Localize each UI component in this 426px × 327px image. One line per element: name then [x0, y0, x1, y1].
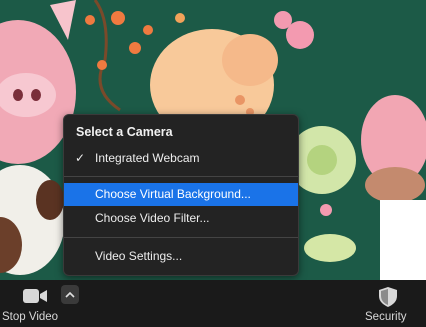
chevron-up-icon [65, 291, 75, 298]
menu-item-label: Video Settings... [95, 249, 183, 263]
shield-icon [379, 287, 397, 307]
checkmark-icon: ✓ [75, 151, 86, 165]
stop-video-button[interactable]: Stop Video [0, 280, 62, 327]
menu-item-label: Choose Virtual Background... [95, 187, 251, 201]
camera-menu: Select a Camera ✓ Integrated Webcam Choo… [63, 114, 299, 276]
video-camera-icon [23, 289, 47, 303]
menu-item-label: Choose Video Filter... [95, 211, 210, 225]
security-button[interactable]: Security [354, 280, 424, 327]
menu-item-label: Integrated Webcam [95, 151, 200, 165]
menu-item-video-settings[interactable]: Video Settings... [64, 245, 298, 268]
video-options-caret[interactable] [61, 285, 79, 304]
menu-item-choose-virtual-background[interactable]: Choose Virtual Background... [64, 183, 298, 206]
menu-header: Select a Camera [76, 125, 173, 139]
menu-divider [64, 176, 298, 177]
security-label: Security [365, 311, 407, 323]
menu-divider [64, 237, 298, 238]
meeting-toolbar: Stop Video Security [0, 280, 426, 327]
menu-item-choose-video-filter[interactable]: Choose Video Filter... [64, 207, 298, 230]
stop-video-label: Stop Video [2, 311, 59, 323]
menu-item-integrated-webcam[interactable]: ✓ Integrated Webcam [64, 147, 298, 170]
